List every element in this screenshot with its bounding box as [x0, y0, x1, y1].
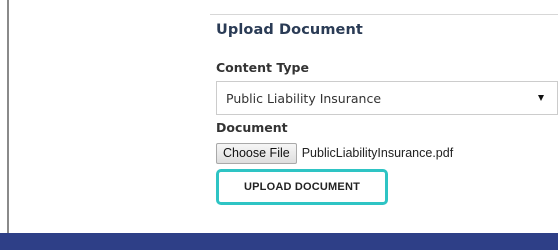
choose-file-button[interactable]: Choose File	[216, 142, 297, 164]
content-type-label: Content Type	[216, 60, 309, 75]
upload-document-heading: Upload Document	[216, 22, 363, 38]
document-label: Document	[216, 120, 288, 135]
upload-document-button[interactable]: UPLOAD DOCUMENT	[223, 176, 381, 198]
document-file-input: Choose File PublicLiabilityInsurance.pdf	[216, 142, 453, 164]
footer-bar	[0, 233, 558, 250]
content-type-selected-value: Public Liability Insurance	[226, 90, 382, 106]
content-type-select[interactable]: Public Liability Insurance	[216, 81, 558, 115]
section-divider	[210, 14, 558, 15]
upload-button-highlight: UPLOAD DOCUMENT	[216, 169, 388, 205]
selected-file-name: PublicLiabilityInsurance.pdf	[301, 146, 454, 160]
caret-down-icon	[538, 95, 544, 101]
page-left-border	[7, 0, 9, 250]
upload-document-panel: Upload Document Content Type Public Liab…	[210, 0, 558, 233]
